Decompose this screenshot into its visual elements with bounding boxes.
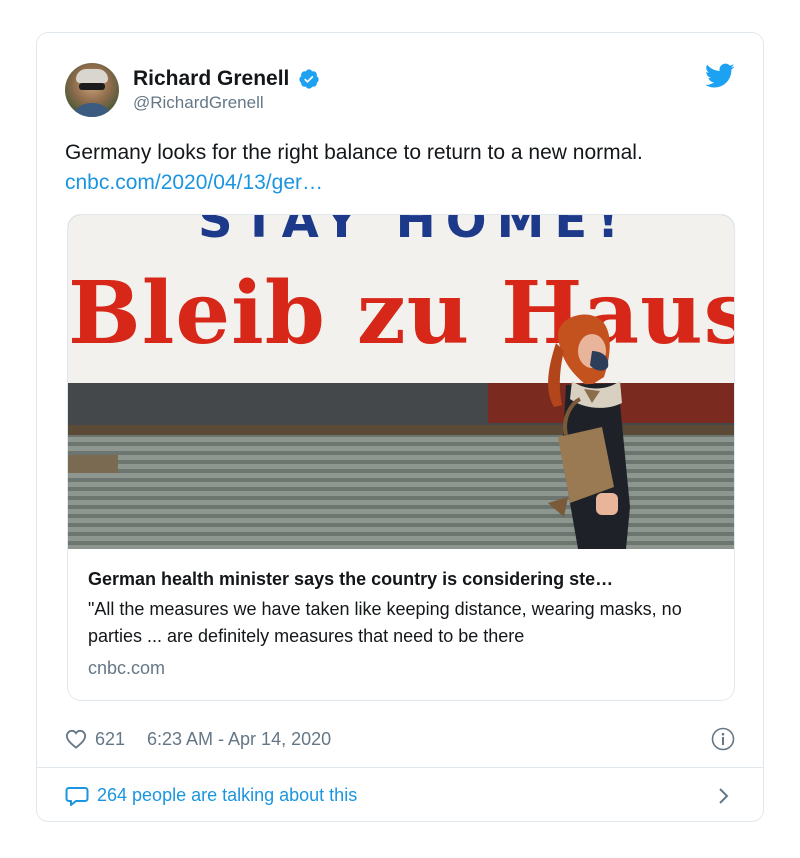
embedded-tweet-card: Richard Grenell @RichardGrenell Germany … xyxy=(36,32,764,822)
heart-icon[interactable] xyxy=(65,729,87,749)
avatar[interactable] xyxy=(65,63,119,117)
author-display-name[interactable]: Richard Grenell xyxy=(133,67,289,91)
author-block[interactable]: Richard Grenell @RichardGrenell xyxy=(133,67,320,113)
conversation-label[interactable]: 264 people are talking about this xyxy=(97,785,357,806)
comment-bubble-icon xyxy=(65,787,89,806)
avatar-hair xyxy=(76,69,108,83)
tweet-meta: 621 6:23 AM - Apr 14, 2020 xyxy=(65,727,735,753)
twitter-bird-icon[interactable] xyxy=(705,63,735,89)
link-preview-description: "All the measures we have taken like kee… xyxy=(88,599,682,646)
verified-badge-icon xyxy=(299,69,319,89)
link-preview-domain: cnbc.com xyxy=(88,658,166,678)
divider xyxy=(37,767,763,768)
conversation-link[interactable]: 264 people are talking about this xyxy=(65,783,735,809)
tweet-body: Germany looks for the right balance to r… xyxy=(65,138,735,198)
chevron-right-icon[interactable] xyxy=(717,785,731,807)
image-banner-top-text: STAY HOME! xyxy=(198,215,630,249)
image-small-sign xyxy=(68,455,118,473)
tweet-link[interactable]: cnbc.com/2020/04/13/ger… xyxy=(65,168,735,198)
link-preview-details[interactable]: German health minister says the country … xyxy=(68,549,734,699)
tweet-text: Germany looks for the right balance to r… xyxy=(65,141,643,164)
tweet-header: Richard Grenell @RichardGrenell xyxy=(65,61,735,121)
avatar-shirt xyxy=(71,103,113,117)
tweet-timestamp[interactable]: 6:23 AM - Apr 14, 2020 xyxy=(147,729,331,750)
info-icon[interactable] xyxy=(711,727,735,751)
link-preview-card[interactable]: STAY HOME! Bleib zu Hause German health … xyxy=(67,214,735,701)
link-preview-title[interactable]: German health minister says the country … xyxy=(88,569,714,590)
image-woman-figure xyxy=(548,314,630,549)
avatar-glasses xyxy=(79,83,105,90)
like-count[interactable]: 621 xyxy=(95,729,125,750)
author-handle[interactable]: @RichardGrenell xyxy=(133,93,320,113)
link-preview-image[interactable]: STAY HOME! Bleib zu Hause xyxy=(68,215,734,549)
